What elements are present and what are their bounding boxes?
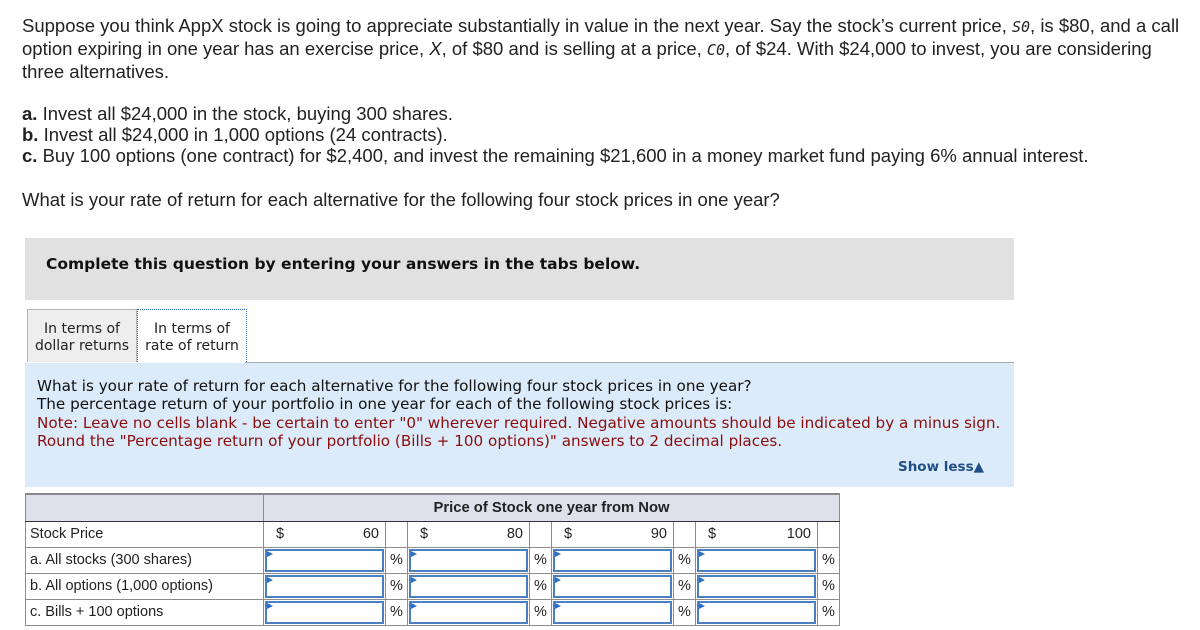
returns-table: Price of Stock one year from Now Stock P…	[25, 493, 840, 626]
return-input-b-80[interactable]	[411, 576, 526, 596]
instruction-line: The percentage return of your portfolio …	[37, 395, 733, 414]
table-row: c. Bills + 100 options % % % %	[25, 598, 840, 626]
return-input-c-90[interactable]	[555, 602, 670, 622]
s0-symbol: S0	[1011, 18, 1031, 36]
percent-sign: %	[673, 546, 696, 574]
table-row: a. All stocks (300 shares) % % % %	[25, 546, 840, 574]
stock-price-row: Stock Price $60 $80 $90 $100	[25, 520, 840, 548]
percent-sign: %	[529, 598, 552, 626]
tab-rate-of-return[interactable]: In terms of rate of return	[137, 309, 247, 362]
percent-sign: %	[817, 572, 840, 600]
row-label: a. All stocks (300 shares)	[25, 546, 264, 574]
percent-sign: %	[385, 546, 408, 574]
percent-sign: %	[529, 572, 552, 600]
intro-text: , of $80 and is selling at a price,	[441, 38, 707, 59]
note-line: Note: Leave no cells blank - be certain …	[37, 413, 1001, 432]
intro-text: Suppose you think AppX stock is going to…	[22, 15, 1012, 36]
c0-symbol: C0	[706, 41, 725, 59]
banner-text: Complete this question by entering your …	[46, 255, 641, 273]
return-input-c-100[interactable]	[699, 602, 814, 622]
alternative-a: a. Invest all $24,000 in the stock, buyi…	[22, 103, 453, 124]
row-label: Stock Price	[25, 520, 264, 548]
percent-sign: %	[673, 598, 696, 626]
price-90: $90	[551, 520, 674, 548]
table-header-row: Price of Stock one year from Now	[25, 493, 840, 522]
triangle-up-icon: ▲	[973, 459, 984, 475]
alternative-c: c. Buy 100 options (one contract) for $2…	[22, 145, 1089, 166]
percent-sign: %	[385, 572, 408, 600]
x-symbol: X	[429, 38, 442, 59]
price-header: Price of Stock one year from Now	[263, 493, 840, 522]
price-60: $60	[263, 520, 386, 548]
instruction-banner: Complete this question by entering your …	[25, 238, 1014, 300]
return-input-c-60[interactable]	[267, 602, 382, 622]
price-80: $80	[407, 520, 530, 548]
question-text: What is your rate of return for each alt…	[22, 189, 780, 210]
table-row: b. All options (1,000 options) % % % %	[25, 572, 840, 600]
instruction-line: What is your rate of return for each alt…	[37, 377, 752, 395]
return-input-b-100[interactable]	[699, 576, 814, 596]
row-label: b. All options (1,000 options)	[25, 572, 264, 600]
percent-sign: %	[817, 546, 840, 574]
return-input-a-60[interactable]	[267, 550, 382, 570]
return-input-a-90[interactable]	[555, 550, 670, 570]
percent-sign: %	[673, 572, 696, 600]
return-input-a-80[interactable]	[411, 550, 526, 570]
return-input-b-60[interactable]	[267, 576, 382, 596]
row-label: c. Bills + 100 options	[25, 598, 264, 626]
return-input-c-80[interactable]	[411, 602, 526, 622]
tab-dollar-returns[interactable]: In terms of dollar returns	[27, 309, 137, 362]
return-input-b-90[interactable]	[555, 576, 670, 596]
alternatives-list: a. Invest all $24,000 in the stock, buyi…	[22, 103, 1088, 166]
note-line: Round the "Percentage return of your por…	[37, 431, 783, 450]
problem-statement: Suppose you think AppX stock is going to…	[22, 15, 1182, 83]
price-100: $100	[695, 520, 818, 548]
instructions-panel: What is your rate of return for each alt…	[25, 363, 1014, 487]
percent-sign: %	[385, 598, 408, 626]
show-less-link[interactable]: Show less▲	[898, 459, 984, 475]
percent-sign: %	[817, 598, 840, 626]
percent-sign: %	[529, 546, 552, 574]
return-input-a-100[interactable]	[699, 550, 814, 570]
alternative-b: b. Invest all $24,000 in 1,000 options (…	[22, 124, 448, 145]
